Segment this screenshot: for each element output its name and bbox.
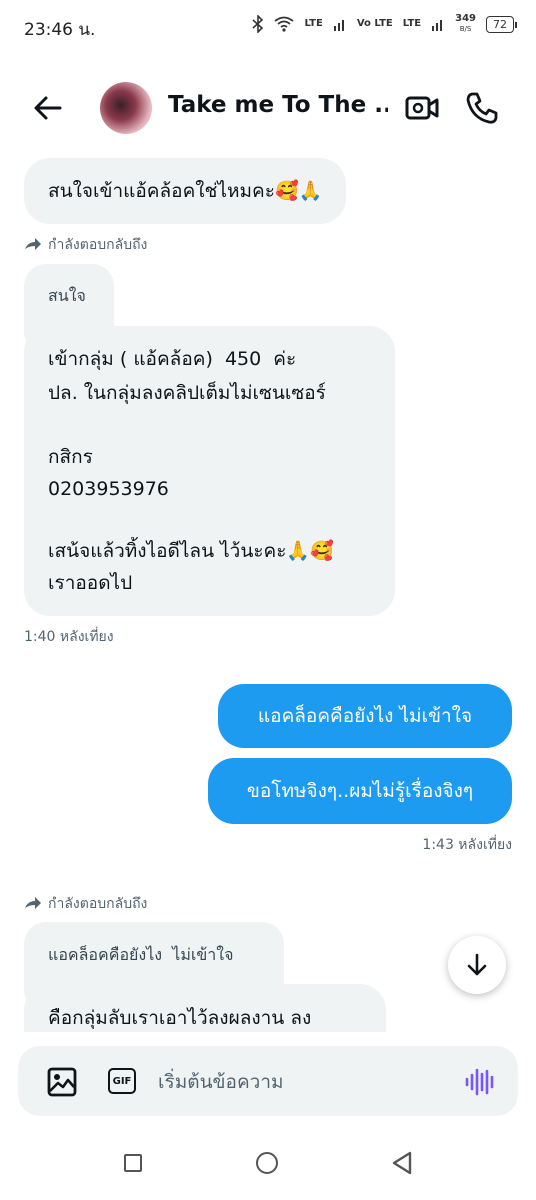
image-icon[interactable] <box>46 1066 78 1098</box>
bluetooth-icon <box>252 15 264 33</box>
quoted-text: สนใจ <box>48 286 86 305</box>
message-line: เข้ากลุ่ม ( แอ้คล้อค) 450 ค่ะ <box>48 348 297 370</box>
lte-signal-2: LTE <box>402 18 422 29</box>
scroll-to-bottom-button[interactable] <box>448 936 506 994</box>
avatar[interactable] <box>100 82 152 134</box>
incoming-message[interactable]: คือกลุ่มลับเราเอาไว้ลงผลงาน ลง <box>24 984 386 1032</box>
recents-button[interactable] <box>124 1154 142 1172</box>
phone-icon[interactable] <box>464 90 500 126</box>
message-input[interactable] <box>158 1064 438 1100</box>
volte-signal: Vo LTE <box>356 18 393 29</box>
message-timestamp: 1:40 หลังเที่ยง <box>24 629 114 645</box>
message-text: คือกลุ่มลับเราเอาไว้ลงผลงาน ลง <box>48 1007 312 1029</box>
outgoing-message[interactable]: แอคล็อคคือยังไง ไม่เข้าใจ <box>218 684 512 748</box>
lte-signal-1: LTE <box>304 18 323 29</box>
wifi-icon <box>274 16 295 32</box>
message-line: กสิกร <box>48 446 93 468</box>
message-line: เสน้จแล้วทิ้งไอดีไลน ไว้นะคะ🙏🥰 <box>48 540 334 562</box>
message-line: 0203953976 <box>48 478 169 500</box>
signal-bars-icon <box>432 20 443 31</box>
message-line: เราออดไป <box>48 572 133 594</box>
reply-label: กำลังตอบกลับถึง <box>24 234 147 256</box>
message-text: สนใจเข้าแอ้คล้อคใช่ไหมคะ🥰🙏 <box>48 180 323 202</box>
message-timestamp: 1:43 หลังเที่ยง <box>422 837 512 853</box>
nav-back-icon[interactable] <box>390 1150 416 1176</box>
signal-bars-icon <box>333 20 344 31</box>
voice-message-icon[interactable] <box>462 1064 498 1100</box>
reply-arrow-icon <box>25 238 41 250</box>
arrow-left-icon[interactable] <box>30 90 66 126</box>
status-time: 23:46 น. <box>24 20 96 40</box>
outgoing-message[interactable]: ขอโทษจิงๆ..ผมไม่รู้เรื่องจิงๆ <box>208 758 512 824</box>
battery-indicator: 72 <box>486 15 517 33</box>
message-text: แอคล็อคคือยังไง ไม่เข้าใจ <box>257 705 473 727</box>
status-icons: LTE Vo LTE LTE 349 B/S 72 <box>252 13 517 34</box>
incoming-message[interactable]: เข้ากลุ่ม ( แอ้คล้อค) 450 ค่ะ ปล. ในกลุ่… <box>24 326 395 616</box>
message-line: ปล. ในกลุ่มลงคลิปเต็มไม่เซนเซอร์ <box>48 382 326 404</box>
incoming-message[interactable]: สนใจเข้าแอ้คล้อคใช่ไหมคะ🥰🙏 <box>24 158 347 224</box>
video-camera-icon[interactable] <box>404 90 440 126</box>
network-speed: 349 B/S <box>455 13 476 34</box>
arrow-down-icon <box>467 953 487 976</box>
chat-title[interactable]: Take me To The ... <box>168 92 388 118</box>
home-button[interactable] <box>256 1152 278 1174</box>
message-text: ขอโทษจิงๆ..ผมไม่รู้เรื่องจิงๆ <box>246 780 474 802</box>
gif-icon[interactable]: GIF <box>108 1068 136 1094</box>
